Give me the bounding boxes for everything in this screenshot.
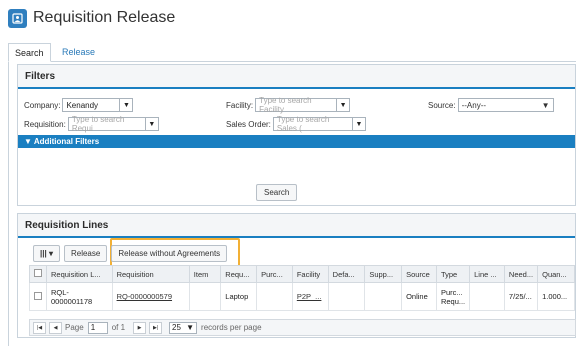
col-type[interactable]: Type (435, 265, 471, 283)
filters-heading: Filters (18, 65, 575, 89)
release-button[interactable]: Release (63, 245, 108, 262)
tab-search[interactable]: Search (8, 43, 51, 62)
facility-filter: Facility: Type to search Facility ▼ (226, 96, 351, 114)
company-filter: Company: Kenandy ▼ (24, 98, 134, 112)
cell-type-a: Purc... (440, 287, 463, 297)
sales-order-filter: Sales Order: Type to search Sales ( ▼ (226, 115, 366, 133)
col-quantity[interactable]: Quan... (537, 265, 575, 283)
source-value: --Any-- (461, 100, 487, 110)
requisition-lines-table: Requisition L... Requisition Item Requ..… (29, 265, 575, 311)
tab-release[interactable]: Release (56, 43, 101, 62)
sales-order-dropdown-icon[interactable]: ▼ (352, 117, 366, 131)
col-need-date[interactable]: Need... (503, 265, 539, 283)
col-facility[interactable]: Facility (291, 265, 329, 283)
source-select[interactable]: --Any-- ▼ (457, 98, 554, 112)
requisition-dropdown-icon[interactable]: ▼ (145, 117, 159, 131)
source-label: Source: (428, 100, 456, 110)
col-requested[interactable]: Requ... (220, 265, 258, 283)
prev-page-icon[interactable]: ◀ (49, 321, 62, 334)
requisition-link[interactable]: RQ-0000000579 (117, 292, 172, 301)
chevron-down-icon: ▼ (541, 100, 550, 110)
source-filter: Source: --Any-- ▼ (428, 98, 554, 112)
row-checkbox-cell (29, 282, 47, 311)
pager: |◀ ◀ Page 1 of 1 ▶ ▶| 25 ▼ records per p… (29, 319, 576, 336)
additional-filters-label: Additional Filters (33, 137, 100, 146)
first-page-icon[interactable]: |◀ (33, 321, 46, 334)
next-page-icon[interactable]: ▶ (133, 321, 147, 334)
requisition-input[interactable]: Type to search Requi (67, 115, 146, 133)
search-button[interactable]: Search (256, 184, 298, 201)
cell-type-b: Requ... (440, 296, 466, 306)
columns-menu-button[interactable]: ||| ▾ (33, 245, 60, 262)
cell-line-type (469, 282, 505, 311)
cell-default (327, 282, 366, 311)
col-item[interactable]: Item (188, 265, 222, 283)
cell-type: Purc... Requ... (435, 282, 471, 311)
cell-purchase (256, 282, 293, 311)
col-default[interactable]: Defa... (327, 265, 366, 283)
cell-requested: Laptop (220, 282, 258, 311)
company-input[interactable]: Kenandy (62, 98, 121, 112)
cell-requisition-line-b: 0000001178 (51, 296, 93, 306)
cell-supplier (364, 282, 403, 311)
columns-icon: ||| (40, 249, 47, 258)
tab-bar: Search Release (8, 42, 576, 62)
lines-toolbar: ||| ▾ Release Release without Agreements (33, 245, 231, 262)
col-requisition[interactable]: Requisition (111, 265, 190, 283)
company-label: Company: (24, 100, 61, 110)
cell-need-date: 7/25/... (503, 282, 539, 311)
additional-filters-toggle[interactable]: ▼ Additional Filters (18, 135, 575, 148)
row-checkbox[interactable] (34, 291, 42, 300)
company-dropdown-icon[interactable]: ▼ (120, 98, 134, 112)
page-size-value: 25 (172, 323, 181, 332)
requisition-label: Requisition: (24, 119, 66, 129)
facility-input[interactable]: Type to search Facility (255, 96, 338, 114)
per-page-label: records per page (201, 323, 262, 332)
page-title: Requisition Release (33, 9, 176, 26)
cell-requisition: RQ-0000000579 (111, 282, 190, 311)
sales-order-input[interactable]: Type to search Sales ( (272, 115, 353, 133)
col-source[interactable]: Source (401, 265, 437, 283)
page-number-input[interactable]: 1 (87, 321, 108, 334)
col-line-type[interactable]: Line ... (469, 265, 505, 283)
table-header-row: Requisition L... Requisition Item Requ..… (29, 265, 575, 283)
requisition-filter: Requisition: Type to search Requi ▼ (24, 115, 159, 133)
col-purchase[interactable]: Purc... (256, 265, 293, 283)
sales-order-label: Sales Order: (226, 119, 271, 129)
title-bar: Requisition Release (8, 6, 175, 30)
cell-requisition-line: RQL- 0000001178 (46, 282, 113, 311)
release-without-agreements-button[interactable]: Release without Agreements (111, 245, 228, 262)
facility-link[interactable]: P2P_... (297, 292, 322, 301)
filters-panel: Filters Company: Kenandy ▼ Facility: Typ… (17, 64, 576, 206)
cell-item (188, 282, 222, 311)
cell-quantity: 1.000... (537, 282, 575, 311)
chevron-down-icon: ▼ (186, 323, 195, 332)
page-label: Page (65, 323, 84, 332)
cell-facility: P2P_... (291, 282, 329, 311)
page-of-label: of 1 (111, 323, 126, 332)
col-supplier[interactable]: Supp... (364, 265, 403, 283)
cell-source: Online (401, 282, 437, 311)
select-all-checkbox[interactable] (34, 269, 42, 277)
chevron-down-icon: ▾ (48, 249, 53, 258)
requisition-lines-panel: Requisition Lines ||| ▾ Release Release … (17, 213, 576, 338)
col-requisition-line[interactable]: Requisition L... (46, 265, 113, 283)
cell-requisition-line-a: RQL- (51, 287, 69, 297)
page-size-select[interactable]: 25 ▼ (169, 321, 198, 334)
last-page-icon[interactable]: ▶| (149, 321, 163, 334)
requisition-lines-heading: Requisition Lines (18, 214, 575, 238)
facility-dropdown-icon[interactable]: ▼ (337, 98, 351, 112)
facility-label: Facility: (226, 100, 254, 110)
triangle-down-icon: ▼ (24, 137, 32, 146)
select-all-header (29, 265, 47, 283)
requisition-app-icon (8, 8, 27, 28)
table-row[interactable]: RQL- 0000001178 RQ-0000000579 Laptop P2P… (29, 282, 575, 311)
